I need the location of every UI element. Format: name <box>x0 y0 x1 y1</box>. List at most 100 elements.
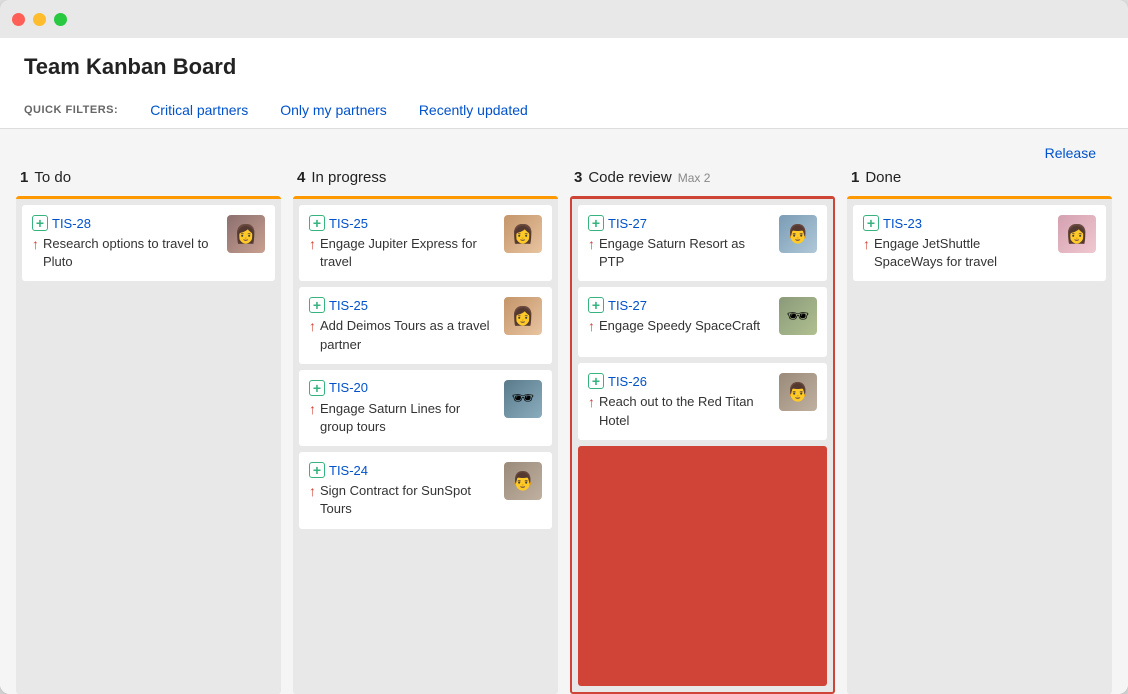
column-inprogress-title: In progress <box>311 169 386 186</box>
card-tis27b-id[interactable]: TIS-27 <box>608 298 647 313</box>
column-inprogress-header: 4 In progress <box>293 169 558 186</box>
filter-critical[interactable]: Critical partners <box>134 92 264 128</box>
priority-icon: ↑ <box>309 483 316 499</box>
column-codereview-count: 3 <box>574 169 582 186</box>
card-tis27b-avatar: 🕶 <box>779 297 817 335</box>
column-codereview: 3 Code review Max 2 + TIS-27 <box>570 169 835 694</box>
column-codereview-header: 3 Code review Max 2 <box>570 169 835 186</box>
column-codereview-max: Max 2 <box>678 171 711 185</box>
card-tis28-body: ↑ Research options to travel to Pluto <box>32 235 219 271</box>
card-add-icon: + <box>588 215 604 231</box>
card-tis25b: + TIS-25 ↑ Add Deimos Tours as a travel … <box>299 287 552 363</box>
card-tis23-id[interactable]: TIS-23 <box>883 216 922 231</box>
card-tis27b-body: ↑ Engage Speedy SpaceCraft <box>588 317 771 335</box>
card-add-icon: + <box>309 215 325 231</box>
card-tis20-body: ↑ Engage Saturn Lines for group tours <box>309 400 496 436</box>
card-tis24-id-row: + TIS-24 <box>309 462 496 478</box>
card-tis20-avatar: 🕶 <box>504 380 542 418</box>
quick-filters: QUICK FILTERS: Critical partners Only my… <box>24 92 1104 128</box>
filter-only-my[interactable]: Only my partners <box>264 92 403 128</box>
card-tis27b: + TIS-27 ↑ Engage Speedy SpaceCraft 🕶 <box>578 287 827 357</box>
card-tis25b-id[interactable]: TIS-25 <box>329 298 368 313</box>
card-tis24: + TIS-24 ↑ Sign Contract for SunSpot Tou… <box>299 452 552 528</box>
card-add-icon: + <box>309 380 325 396</box>
card-tis28-text: Research options to travel to Pluto <box>43 235 219 271</box>
card-tis24-left: + TIS-24 ↑ Sign Contract for SunSpot Tou… <box>309 462 496 518</box>
card-tis25b-avatar: 👩 <box>504 297 542 335</box>
card-tis23-left: + TIS-23 ↑ Engage JetShuttle SpaceWays f… <box>863 215 1050 271</box>
priority-icon: ↑ <box>588 236 595 252</box>
card-tis28-id[interactable]: TIS-28 <box>52 216 91 231</box>
column-done-title: Done <box>865 169 901 186</box>
quick-filters-label: QUICK FILTERS: <box>24 104 118 116</box>
page-title: Team Kanban Board <box>24 54 1104 80</box>
board-header: Release <box>16 129 1112 169</box>
column-todo: 1 To do + TIS-28 ↑ <box>16 169 281 694</box>
card-tis27b-text: Engage Speedy SpaceCraft <box>599 317 760 335</box>
card-tis26-id[interactable]: TIS-26 <box>608 374 647 389</box>
card-tis24-id[interactable]: TIS-24 <box>329 463 368 478</box>
card-tis25a-id[interactable]: TIS-25 <box>329 216 368 231</box>
card-tis27a-avatar: 👨 <box>779 215 817 253</box>
card-tis27a: + TIS-27 ↑ Engage Saturn Resort as PTP 👨 <box>578 205 827 281</box>
card-tis20: + TIS-20 ↑ Engage Saturn Lines for group… <box>299 370 552 446</box>
release-link[interactable]: Release <box>1045 145 1096 161</box>
priority-icon: ↑ <box>309 318 316 334</box>
card-tis27a-text: Engage Saturn Resort as PTP <box>599 235 771 271</box>
column-inprogress: 4 In progress + TIS-25 ↑ <box>293 169 558 694</box>
card-tis25a-text: Engage Jupiter Express for travel <box>320 235 496 271</box>
column-done-header: 1 Done <box>847 169 1112 186</box>
card-tis25a-body: ↑ Engage Jupiter Express for travel <box>309 235 496 271</box>
priority-icon: ↑ <box>309 236 316 252</box>
column-codereview-body: + TIS-27 ↑ Engage Saturn Resort as PTP 👨 <box>570 196 835 694</box>
card-tis24-avatar: 👨 <box>504 462 542 500</box>
card-tis28-id-row: + TIS-28 <box>32 215 219 231</box>
board-area: Release 1 To do + <box>0 129 1128 694</box>
card-add-icon: + <box>863 215 879 231</box>
priority-icon: ↑ <box>588 318 595 334</box>
filter-recently[interactable]: Recently updated <box>403 92 544 128</box>
maximize-button[interactable] <box>54 13 67 26</box>
overflow-indicator <box>578 446 827 686</box>
card-add-icon: + <box>309 297 325 313</box>
card-tis25b-body: ↑ Add Deimos Tours as a travel partner <box>309 317 496 353</box>
card-tis27a-id[interactable]: TIS-27 <box>608 216 647 231</box>
column-todo-body: + TIS-28 ↑ Research options to travel to… <box>16 196 281 694</box>
priority-icon: ↑ <box>588 394 595 410</box>
card-tis20-left: + TIS-20 ↑ Engage Saturn Lines for group… <box>309 380 496 436</box>
card-tis24-text: Sign Contract for SunSpot Tours <box>320 482 496 518</box>
priority-icon: ↑ <box>32 236 39 252</box>
card-tis23: + TIS-23 ↑ Engage JetShuttle SpaceWays f… <box>853 205 1106 281</box>
card-tis26-id-row: + TIS-26 <box>588 373 771 389</box>
card-tis25b-id-row: + TIS-25 <box>309 297 496 313</box>
card-tis26-left: + TIS-26 ↑ Reach out to the Red Titan Ho… <box>588 373 771 429</box>
priority-icon: ↑ <box>309 401 316 417</box>
close-button[interactable] <box>12 13 25 26</box>
card-tis27a-id-row: + TIS-27 <box>588 215 771 231</box>
column-todo-count: 1 <box>20 169 28 186</box>
card-tis27b-id-row: + TIS-27 <box>588 297 771 313</box>
card-tis28: + TIS-28 ↑ Research options to travel to… <box>22 205 275 281</box>
card-tis26: + TIS-26 ↑ Reach out to the Red Titan Ho… <box>578 363 827 439</box>
card-tis27a-left: + TIS-27 ↑ Engage Saturn Resort as PTP <box>588 215 771 271</box>
column-todo-header: 1 To do <box>16 169 281 186</box>
card-tis23-text: Engage JetShuttle SpaceWays for travel <box>874 235 1050 271</box>
card-tis27a-body: ↑ Engage Saturn Resort as PTP <box>588 235 771 271</box>
columns-container: 1 To do + TIS-28 ↑ <box>16 169 1112 694</box>
column-done: 1 Done + TIS-23 ↑ <box>847 169 1112 694</box>
card-tis25b-text: Add Deimos Tours as a travel partner <box>320 317 496 353</box>
card-tis26-avatar: 👨 <box>779 373 817 411</box>
card-tis20-id[interactable]: TIS-20 <box>329 380 368 395</box>
card-add-icon: + <box>309 462 325 478</box>
card-tis23-id-row: + TIS-23 <box>863 215 1050 231</box>
card-tis26-text: Reach out to the Red Titan Hotel <box>599 393 771 429</box>
card-tis25a-left: + TIS-25 ↑ Engage Jupiter Express for tr… <box>309 215 496 271</box>
priority-icon: ↑ <box>863 236 870 252</box>
column-inprogress-body: + TIS-25 ↑ Engage Jupiter Express for tr… <box>293 196 558 694</box>
card-tis25b-left: + TIS-25 ↑ Add Deimos Tours as a travel … <box>309 297 496 353</box>
minimize-button[interactable] <box>33 13 46 26</box>
card-tis23-body: ↑ Engage JetShuttle SpaceWays for travel <box>863 235 1050 271</box>
column-codereview-title: Code review <box>588 169 671 186</box>
column-todo-title: To do <box>34 169 71 186</box>
card-tis20-text: Engage Saturn Lines for group tours <box>320 400 496 436</box>
